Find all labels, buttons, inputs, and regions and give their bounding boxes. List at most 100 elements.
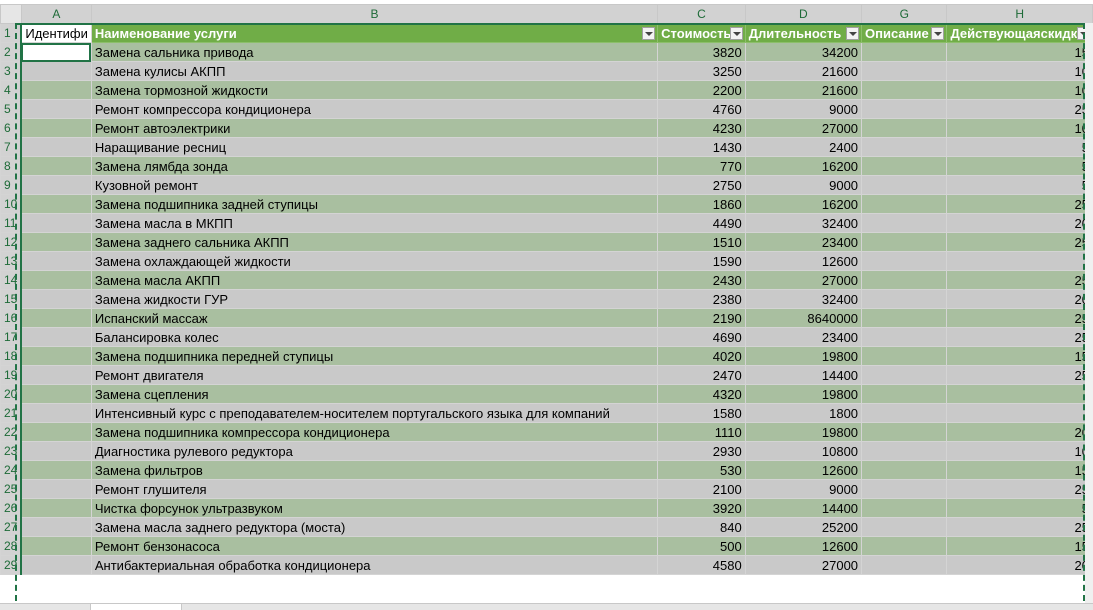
cell-duration[interactable]: 27000 xyxy=(744,118,863,138)
row-header[interactable]: 14 xyxy=(0,270,23,290)
cell-discount[interactable]: 15 xyxy=(946,536,1093,556)
cell-description[interactable] xyxy=(861,137,948,157)
cell-discount[interactable]: 5 xyxy=(946,156,1093,176)
cell-name[interactable]: Замена кулисы АКПП xyxy=(90,61,659,81)
header-cell-duration[interactable]: Длительность xyxy=(744,23,863,43)
row-header[interactable]: 25 xyxy=(0,479,23,499)
cell-description[interactable] xyxy=(861,536,948,556)
sheet-tab[interactable] xyxy=(90,604,182,610)
filter-dropdown-icon[interactable] xyxy=(642,26,656,40)
cell-description[interactable] xyxy=(861,213,948,233)
filter-dropdown-icon[interactable] xyxy=(846,26,860,40)
cell-id[interactable] xyxy=(20,441,92,461)
row-header[interactable]: 5 xyxy=(0,99,23,119)
cell-id[interactable] xyxy=(20,80,92,100)
cell-duration[interactable]: 27000 xyxy=(744,555,863,575)
cell-discount[interactable]: 10 xyxy=(946,441,1093,461)
cell-cost[interactable]: 4760 xyxy=(657,99,746,119)
cell-duration[interactable]: 19800 xyxy=(744,346,863,366)
cell-description[interactable] xyxy=(861,42,948,62)
cell-name[interactable]: Замена лямбда зонда xyxy=(90,156,659,176)
cell-name[interactable]: Замена сальника привода xyxy=(90,42,659,62)
row-header[interactable]: 29 xyxy=(0,555,23,575)
cell-discount[interactable]: 20 xyxy=(946,422,1093,442)
cell-cost[interactable]: 3250 xyxy=(657,61,746,81)
cell-duration[interactable]: 25200 xyxy=(744,517,863,537)
cell-description[interactable] xyxy=(861,175,948,195)
row-header[interactable]: 21 xyxy=(0,403,23,423)
cell-discount[interactable]: 15 xyxy=(946,460,1093,480)
cell-description[interactable] xyxy=(861,232,948,252)
cell-name[interactable]: Кузовной ремонт xyxy=(90,175,659,195)
header-cell-cost[interactable]: Стоимость xyxy=(657,23,746,43)
cell-description[interactable] xyxy=(861,80,948,100)
cell-cost[interactable]: 3820 xyxy=(657,42,746,62)
cell-id[interactable] xyxy=(20,61,92,81)
cell-name[interactable]: Чистка форсунок ультразвуком xyxy=(90,498,659,518)
cell-id[interactable] xyxy=(20,460,92,480)
cell-discount[interactable]: 5 xyxy=(946,498,1093,518)
cell-name[interactable]: Замена сцепления xyxy=(90,384,659,404)
cell-description[interactable] xyxy=(861,346,948,366)
cell-name[interactable]: Замена масла заднего редуктора (моста) xyxy=(90,517,659,537)
cell-description[interactable] xyxy=(861,555,948,575)
cell-duration[interactable]: 14400 xyxy=(744,498,863,518)
cell-name[interactable]: Ремонт автоэлектрики xyxy=(90,118,659,138)
cell-cost[interactable]: 2470 xyxy=(657,365,746,385)
cell-cost[interactable]: 2200 xyxy=(657,80,746,100)
row-header[interactable]: 17 xyxy=(0,327,23,347)
cell-id[interactable] xyxy=(20,99,92,119)
cell-discount[interactable]: 20 xyxy=(946,555,1093,575)
cell-name[interactable]: Наращивание ресниц xyxy=(90,137,659,157)
cell-cost[interactable]: 2930 xyxy=(657,441,746,461)
cell-description[interactable] xyxy=(861,61,948,81)
cell-discount[interactable]: 10 xyxy=(946,61,1093,81)
cell-id[interactable] xyxy=(20,175,92,195)
cell-name[interactable]: Замена масла в МКПП xyxy=(90,213,659,233)
row-header[interactable]: 2 xyxy=(0,42,23,62)
cell-name[interactable]: Замена заднего сальника АКПП xyxy=(90,232,659,252)
row-header[interactable]: 15 xyxy=(0,289,23,309)
cell-discount[interactable] xyxy=(946,384,1093,404)
header-cell-name[interactable]: Наименование услуги xyxy=(90,23,659,43)
cell-name[interactable]: Замена фильтров xyxy=(90,460,659,480)
cell-name[interactable]: Интенсивный курс с преподавателем-носите… xyxy=(90,403,659,423)
cell-duration[interactable]: 1800 xyxy=(744,403,863,423)
cell-cost[interactable]: 1110 xyxy=(657,422,746,442)
column-header-c[interactable]: C xyxy=(657,4,746,25)
cell-id[interactable] xyxy=(20,118,92,138)
row-header[interactable]: 3 xyxy=(0,61,23,81)
cell-id[interactable] xyxy=(20,270,92,290)
row-header[interactable]: 23 xyxy=(0,441,23,461)
cell-id[interactable] xyxy=(20,194,92,214)
cell-cost[interactable]: 2380 xyxy=(657,289,746,309)
cell-cost[interactable]: 3920 xyxy=(657,498,746,518)
cell-description[interactable] xyxy=(861,327,948,347)
cell-discount[interactable]: 15 xyxy=(946,42,1093,62)
cell-discount[interactable]: 25 xyxy=(946,99,1093,119)
cell-description[interactable] xyxy=(861,517,948,537)
column-header-h[interactable]: H xyxy=(946,4,1093,25)
cell-duration[interactable]: 32400 xyxy=(744,289,863,309)
cell-id[interactable] xyxy=(20,498,92,518)
row-header[interactable]: 19 xyxy=(0,365,23,385)
cell-name[interactable]: Замена масла АКПП xyxy=(90,270,659,290)
cell-name[interactable]: Ремонт двигателя xyxy=(90,365,659,385)
select-all-corner[interactable] xyxy=(0,4,22,24)
cell-discount[interactable]: 25 xyxy=(946,232,1093,252)
cell-id[interactable] xyxy=(20,289,92,309)
cell-discount[interactable] xyxy=(946,403,1093,423)
cell-duration[interactable]: 2400 xyxy=(744,137,863,157)
cell-discount[interactable]: 15 xyxy=(946,346,1093,366)
cell-discount[interactable]: 25 xyxy=(946,194,1093,214)
cell-id[interactable] xyxy=(20,232,92,252)
cell-duration[interactable]: 9000 xyxy=(744,479,863,499)
cell-discount[interactable]: 25 xyxy=(946,365,1093,385)
cell-id[interactable] xyxy=(20,156,92,176)
cell-id[interactable] xyxy=(20,403,92,423)
cell-description[interactable] xyxy=(861,194,948,214)
cell-name[interactable]: Испанский массаж xyxy=(90,308,659,328)
filter-dropdown-icon[interactable] xyxy=(729,26,743,40)
cell-discount[interactable] xyxy=(946,251,1093,271)
cell-duration[interactable]: 23400 xyxy=(744,327,863,347)
